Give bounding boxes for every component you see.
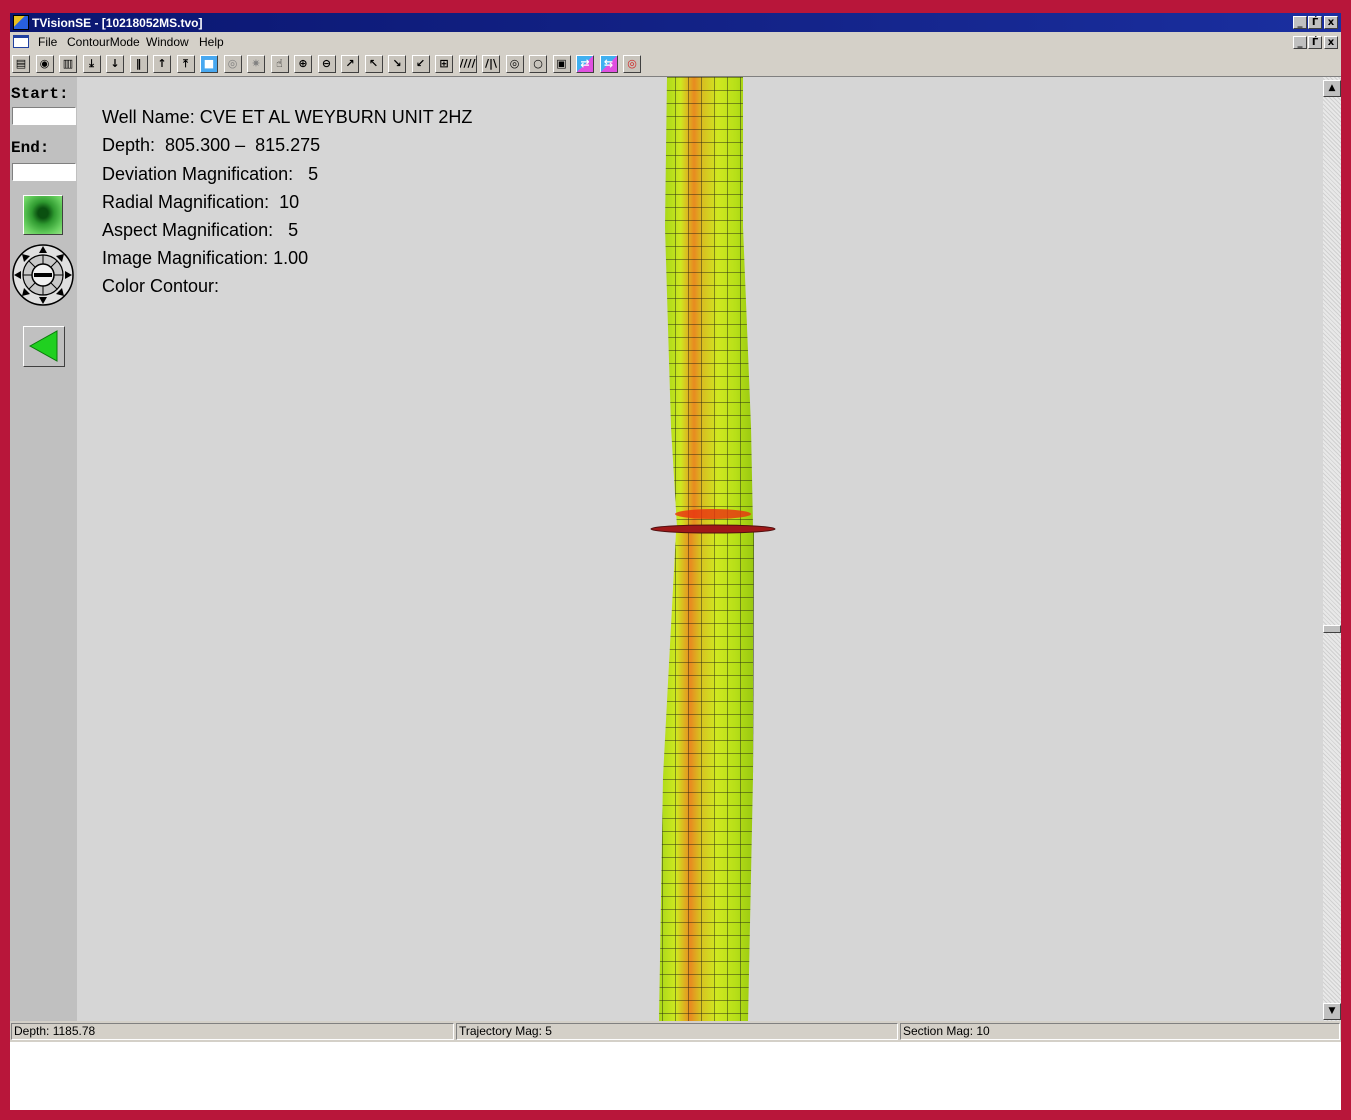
toolbar: ▤ ◉ ▥ ⤓ ↓ ‖ ↑ ⤒ ■ ◎ ✷ ☝ ⊕ ⊖ ↗ ↖ ↘ ↙ ⊞ //// /|\ ◎ ○ ▣ ⇄ ⇆ ◎ [10, 52, 1341, 77]
doc-close-button[interactable]: x [1324, 36, 1338, 49]
document-icon[interactable] [13, 35, 29, 48]
pause-icon[interactable]: ‖ [129, 55, 148, 73]
zoom-out-icon[interactable]: ⊖ [317, 55, 336, 73]
wellbore-tube[interactable] [77, 77, 1323, 1021]
disabled-move-icon[interactable]: ✷ [247, 55, 265, 73]
color-contour-text: Color Contour: [102, 276, 220, 296]
title-bar[interactable]: TVisionSE - [10218052MS.tvo] _ Ѓ x [10, 13, 1341, 32]
section-icon[interactable]: ◎ [505, 55, 524, 73]
rotate-plus-icon[interactable]: ↗ [341, 55, 359, 73]
left-panel: Start: End: [10, 77, 77, 1021]
3d-view-canvas[interactable]: Well Name: CVE ET AL WEYBURN UNIT 2HZ De… [77, 77, 1323, 1021]
circle-icon[interactable]: ○ [529, 55, 547, 73]
zoom-in-icon[interactable]: ⊕ [294, 55, 312, 73]
start-field[interactable] [12, 107, 76, 125]
status-bar: Depth: 1185.78 Trajectory Mag: 5 Section… [10, 1021, 1341, 1042]
open-icon[interactable]: ▤ [12, 55, 30, 73]
target-icon[interactable]: ◎ [623, 55, 641, 73]
texture-view-button[interactable] [23, 195, 63, 235]
back-arrow-button[interactable] [23, 326, 65, 367]
menu-help[interactable]: Help [199, 35, 224, 49]
aspect-magnification-text: Aspect Magnification: 5 [102, 220, 299, 240]
restore-button[interactable]: Ѓ [1308, 16, 1322, 29]
window-title: TVisionSE - [10218052MS.tvo] [32, 16, 203, 30]
doc-minimize-button[interactable]: _ [1293, 36, 1307, 49]
end-field[interactable] [12, 163, 76, 181]
goto-start-icon[interactable]: ⤒ [176, 55, 195, 73]
vertical-scrollbar[interactable]: ▲ ▼ [1323, 77, 1341, 1021]
end-label: End: [11, 139, 50, 157]
color-map-alt-icon[interactable]: ⇆ [599, 55, 618, 73]
up-arrow-icon[interactable]: ↑ [153, 55, 171, 73]
menu-file[interactable]: File [38, 35, 57, 49]
start-label: Start: [11, 85, 69, 103]
hatch-icon[interactable]: //// [458, 55, 477, 73]
lines-icon[interactable]: /|\ [482, 55, 500, 73]
scroll-down-button[interactable]: ▼ [1323, 1003, 1341, 1020]
status-depth: Depth: 1185.78 [11, 1023, 454, 1040]
down-arrow-icon[interactable]: ↓ [106, 55, 124, 73]
scroll-thumb[interactable] [1323, 625, 1341, 633]
film-icon[interactable]: ▥ [59, 55, 77, 73]
well-name-text: Well Name: CVE ET AL WEYBURN UNIT 2HZ [102, 107, 473, 127]
pan-hand-icon[interactable]: ☝ [270, 55, 289, 73]
disabled-target-icon[interactable]: ◎ [223, 55, 242, 73]
blue-select-icon[interactable]: ■ [200, 55, 218, 73]
depth-range-text: Depth: 805.300 – 815.275 [102, 135, 321, 155]
goto-end-icon[interactable]: ⤓ [82, 55, 101, 73]
app-icon[interactable] [13, 15, 29, 30]
menu-window[interactable]: Window [146, 35, 189, 49]
contour-box-icon[interactable]: ▣ [552, 55, 571, 73]
deviation-magnification-text: Deviation Magnification: 5 [102, 164, 319, 184]
menu-contourmode[interactable]: ContourMode [67, 35, 140, 49]
close-button[interactable]: x [1324, 16, 1338, 29]
minimize-button[interactable]: _ [1293, 16, 1307, 29]
menu-bar: File ContourMode Window Help _ Ѓ x [10, 32, 1341, 52]
rotate-minus-icon[interactable]: ↖ [364, 55, 383, 73]
tilt-plus-icon[interactable]: ↘ [388, 55, 406, 73]
left-arrow-icon [28, 330, 58, 362]
navigation-wheel-icon[interactable] [11, 243, 75, 307]
status-section-mag: Section Mag: 10 [900, 1023, 1340, 1040]
status-trajectory-mag: Trajectory Mag: 5 [456, 1023, 898, 1040]
tilt-minus-icon[interactable]: ↙ [411, 55, 430, 73]
camera-icon[interactable]: ◉ [35, 55, 54, 73]
radial-magnification-text: Radial Magnification: 10 [102, 192, 300, 212]
grid-icon[interactable]: ⊞ [435, 55, 453, 73]
main-window: TVisionSE - [10218052MS.tvo] _ Ѓ x File … [10, 13, 1341, 1110]
scroll-up-button[interactable]: ▲ [1323, 80, 1341, 97]
doc-restore-button[interactable]: Ѓ [1308, 36, 1322, 49]
color-map-icon[interactable]: ⇄ [576, 55, 594, 73]
image-magnification-text: Image Magnification: 1.00 [102, 248, 309, 268]
